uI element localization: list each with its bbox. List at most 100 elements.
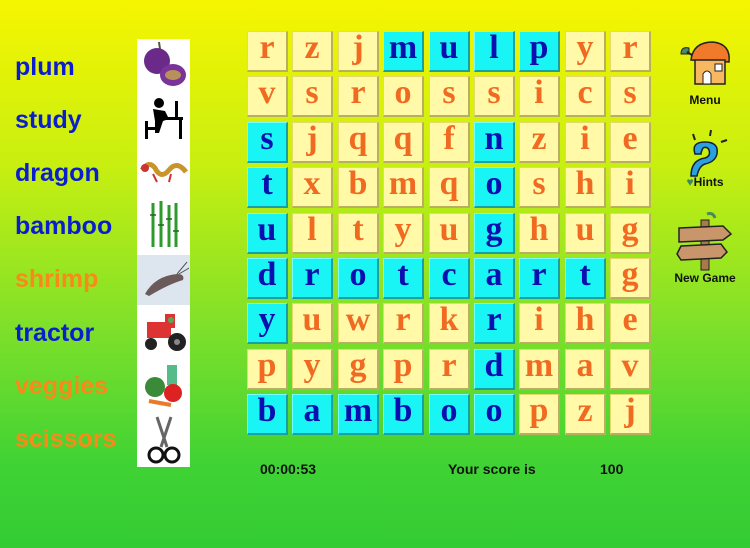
- grid-cell[interactable]: q: [383, 122, 424, 163]
- scissors-icon: [137, 415, 190, 465]
- grid-cell[interactable]: i: [519, 76, 560, 117]
- grid-cell[interactable]: a: [565, 349, 606, 390]
- timer: 00:00:53: [260, 461, 317, 477]
- grid-cell-highlighted[interactable]: l: [474, 31, 515, 72]
- grid-cell-highlighted[interactable]: t: [565, 258, 606, 299]
- grid-cell-highlighted[interactable]: s: [247, 122, 288, 163]
- grid-cell-highlighted[interactable]: o: [429, 394, 470, 435]
- grid-cell[interactable]: r: [338, 76, 379, 117]
- grid-cell[interactable]: e: [610, 303, 651, 344]
- grid-cell-highlighted[interactable]: p: [519, 31, 560, 72]
- grid-cell[interactable]: g: [610, 213, 651, 254]
- grid-cell[interactable]: s: [519, 167, 560, 208]
- grid-cell-highlighted[interactable]: a: [474, 258, 515, 299]
- grid-cell[interactable]: t: [338, 213, 379, 254]
- heart-icon: ♥: [686, 175, 694, 189]
- grid-cell[interactable]: s: [429, 76, 470, 117]
- grid-cell-highlighted[interactable]: b: [247, 394, 288, 435]
- word-tractor: tractor: [15, 319, 95, 347]
- grid-cell[interactable]: z: [292, 31, 333, 72]
- grid-cell[interactable]: e: [610, 122, 651, 163]
- grid-cell-highlighted[interactable]: m: [383, 31, 424, 72]
- grid-cell-highlighted[interactable]: o: [338, 258, 379, 299]
- word-bamboo: bamboo: [15, 212, 113, 240]
- word-study: study: [15, 106, 82, 134]
- grid-cell[interactable]: j: [292, 122, 333, 163]
- grid-cell[interactable]: p: [519, 394, 560, 435]
- grid-cell[interactable]: j: [610, 394, 651, 435]
- dragon-icon: [137, 147, 190, 197]
- score-value: 100: [600, 461, 624, 477]
- grid-cell[interactable]: i: [565, 122, 606, 163]
- grid-cell[interactable]: s: [610, 76, 651, 117]
- grid-cell[interactable]: b: [338, 167, 379, 208]
- grid-cell-highlighted[interactable]: g: [474, 213, 515, 254]
- hints-button[interactable]: ♥Hints: [667, 128, 743, 189]
- grid-cell-highlighted[interactable]: b: [383, 394, 424, 435]
- grid-cell-highlighted[interactable]: u: [429, 31, 470, 72]
- grid-cell-highlighted[interactable]: r: [519, 258, 560, 299]
- grid-cell[interactable]: p: [383, 349, 424, 390]
- grid-cell[interactable]: v: [610, 349, 651, 390]
- grid-cell[interactable]: r: [247, 31, 288, 72]
- grid-cell-highlighted[interactable]: y: [247, 303, 288, 344]
- menu-button[interactable]: Menu: [667, 40, 743, 107]
- grid-cell[interactable]: f: [429, 122, 470, 163]
- grid-cell-highlighted[interactable]: m: [338, 394, 379, 435]
- grid-cell[interactable]: r: [383, 303, 424, 344]
- grid-cell[interactable]: o: [383, 76, 424, 117]
- grid-cell[interactable]: p: [247, 349, 288, 390]
- grid-cell[interactable]: l: [292, 213, 333, 254]
- word-scissors: scissors: [15, 425, 117, 453]
- grid-cell[interactable]: h: [565, 167, 606, 208]
- grid-cell-highlighted[interactable]: a: [292, 394, 333, 435]
- grid-cell-highlighted[interactable]: r: [474, 303, 515, 344]
- grid-cell[interactable]: r: [610, 31, 651, 72]
- grid-cell-highlighted[interactable]: d: [474, 349, 515, 390]
- grid-cell[interactable]: s: [292, 76, 333, 117]
- grid-cell[interactable]: v: [247, 76, 288, 117]
- word-dragon: dragon: [15, 159, 100, 187]
- grid-cell[interactable]: j: [338, 31, 379, 72]
- grid-cell-highlighted[interactable]: r: [292, 258, 333, 299]
- grid-cell-highlighted[interactable]: o: [474, 167, 515, 208]
- grid-cell[interactable]: m: [383, 167, 424, 208]
- grid-cell-highlighted[interactable]: u: [247, 213, 288, 254]
- grid-cell[interactable]: g: [610, 258, 651, 299]
- word-veggies: veggies: [15, 372, 109, 400]
- grid-cell[interactable]: u: [429, 213, 470, 254]
- grid-cell[interactable]: y: [292, 349, 333, 390]
- grid-cell[interactable]: m: [519, 349, 560, 390]
- grid-cell[interactable]: w: [338, 303, 379, 344]
- score-label: Your score is: [448, 461, 536, 477]
- grid-cell[interactable]: z: [565, 394, 606, 435]
- new-game-button[interactable]: New Game: [667, 212, 743, 285]
- grid-cell[interactable]: z: [519, 122, 560, 163]
- grid-cell-highlighted[interactable]: c: [429, 258, 470, 299]
- mushroom-house-icon: [667, 40, 743, 93]
- grid-cell[interactable]: q: [429, 167, 470, 208]
- grid-cell[interactable]: y: [565, 31, 606, 72]
- grid-cell[interactable]: u: [292, 303, 333, 344]
- grid-cell[interactable]: u: [565, 213, 606, 254]
- grid-cell[interactable]: k: [429, 303, 470, 344]
- grid-cell[interactable]: s: [474, 76, 515, 117]
- grid-cell-highlighted[interactable]: d: [247, 258, 288, 299]
- grid-cell-highlighted[interactable]: t: [247, 167, 288, 208]
- grid-cell[interactable]: x: [292, 167, 333, 208]
- grid-cell[interactable]: i: [610, 167, 651, 208]
- word-shrimp: shrimp: [15, 265, 99, 293]
- grid-cell[interactable]: i: [519, 303, 560, 344]
- grid-cell[interactable]: y: [383, 213, 424, 254]
- menu-label: Menu: [689, 93, 721, 107]
- grid-cell[interactable]: h: [519, 213, 560, 254]
- grid-cell[interactable]: r: [429, 349, 470, 390]
- grid-cell[interactable]: c: [565, 76, 606, 117]
- grid-cell-highlighted[interactable]: o: [474, 394, 515, 435]
- grid-cell[interactable]: q: [338, 122, 379, 163]
- grid-cell[interactable]: g: [338, 349, 379, 390]
- grid-cell-highlighted[interactable]: n: [474, 122, 515, 163]
- plum-icon: [137, 39, 190, 89]
- grid-cell-highlighted[interactable]: t: [383, 258, 424, 299]
- grid-cell[interactable]: h: [565, 303, 606, 344]
